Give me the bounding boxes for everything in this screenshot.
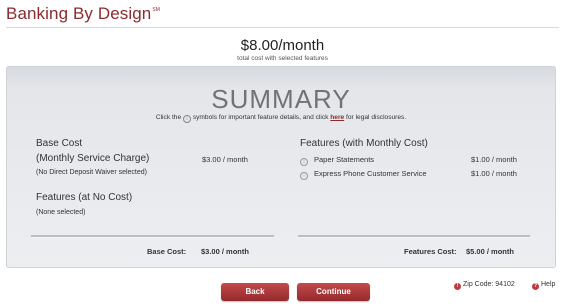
features-cost-total-value: $5.00 / month [466,247,514,256]
total-cost: $8.00/month total cost with selected fea… [0,37,565,62]
header-divider [6,27,559,28]
base-cost-amount: $3.00 / month [202,155,248,164]
back-button[interactable]: Back [221,283,289,301]
brand-title: Banking By DesignSM [6,4,160,24]
legal-disclosures-link[interactable]: here [330,114,344,121]
feature-name: Express Phone Customer Service [314,169,427,178]
brand-title-text: Banking By Design [6,4,152,23]
exclamation-icon: ! [454,283,461,290]
feature-row: i Express Phone Customer Service [300,169,427,180]
feature-amount: $1.00 / month [471,169,517,178]
feature-name: Paper Statements [314,155,375,164]
summary-panel: SUMMARY Click the i symbols for importan… [6,66,556,268]
info-icon[interactable]: i [300,158,308,166]
feature-amount: $1.00 / month [471,155,517,164]
features-cost-total-label: Features Cost: [404,247,457,256]
question-icon: ? [532,283,539,290]
instructions-post: for legal disclosures. [346,114,407,121]
total-amount: $8.00/month [240,37,325,54]
no-cost-features-heading: Features (at No Cost) [36,192,133,203]
feature-per: / month [491,155,517,164]
base-cost-subheading: (Monthly Service Charge) [36,153,150,164]
monthly-features-heading: Features (with Monthly Cost) [300,138,428,149]
base-cost-amount-value: $3.00 [202,155,221,164]
right-divider [298,235,530,238]
summary-instructions: Click the i symbols for important featur… [6,114,556,123]
zip-code-link[interactable]: ! Zip Code: 94102 [454,281,515,290]
left-divider [31,235,274,238]
service-mark: SM [152,7,161,13]
base-cost-per: / month [222,155,248,164]
feature-per: / month [491,169,517,178]
info-icon[interactable]: i [300,172,308,180]
help-text: Help [541,281,556,288]
feature-amount-value: $1.00 [471,169,490,178]
summary-title: SUMMARY [211,84,351,114]
help-link[interactable]: ? Help [532,281,555,290]
base-cost-total-label: Base Cost: [147,247,187,256]
feature-amount-value: $1.00 [471,155,490,164]
instructions-mid: symbols for important feature details, a… [192,114,329,121]
info-icon: i [182,115,191,123]
base-cost-note: (No Direct Deposit Waiver selected) [36,169,147,176]
total-subtitle: total cost with selected features [237,55,328,62]
base-cost-heading: Base Cost [36,138,83,149]
base-cost-total-value: $3.00 / month [201,247,249,256]
instructions-pre: Click the [155,114,182,121]
no-cost-features-note: (None selected) [36,209,86,216]
feature-row: i Paper Statements [300,155,374,166]
zip-code-text: Zip Code: 94102 [463,281,515,288]
continue-button[interactable]: Continue [297,283,370,301]
